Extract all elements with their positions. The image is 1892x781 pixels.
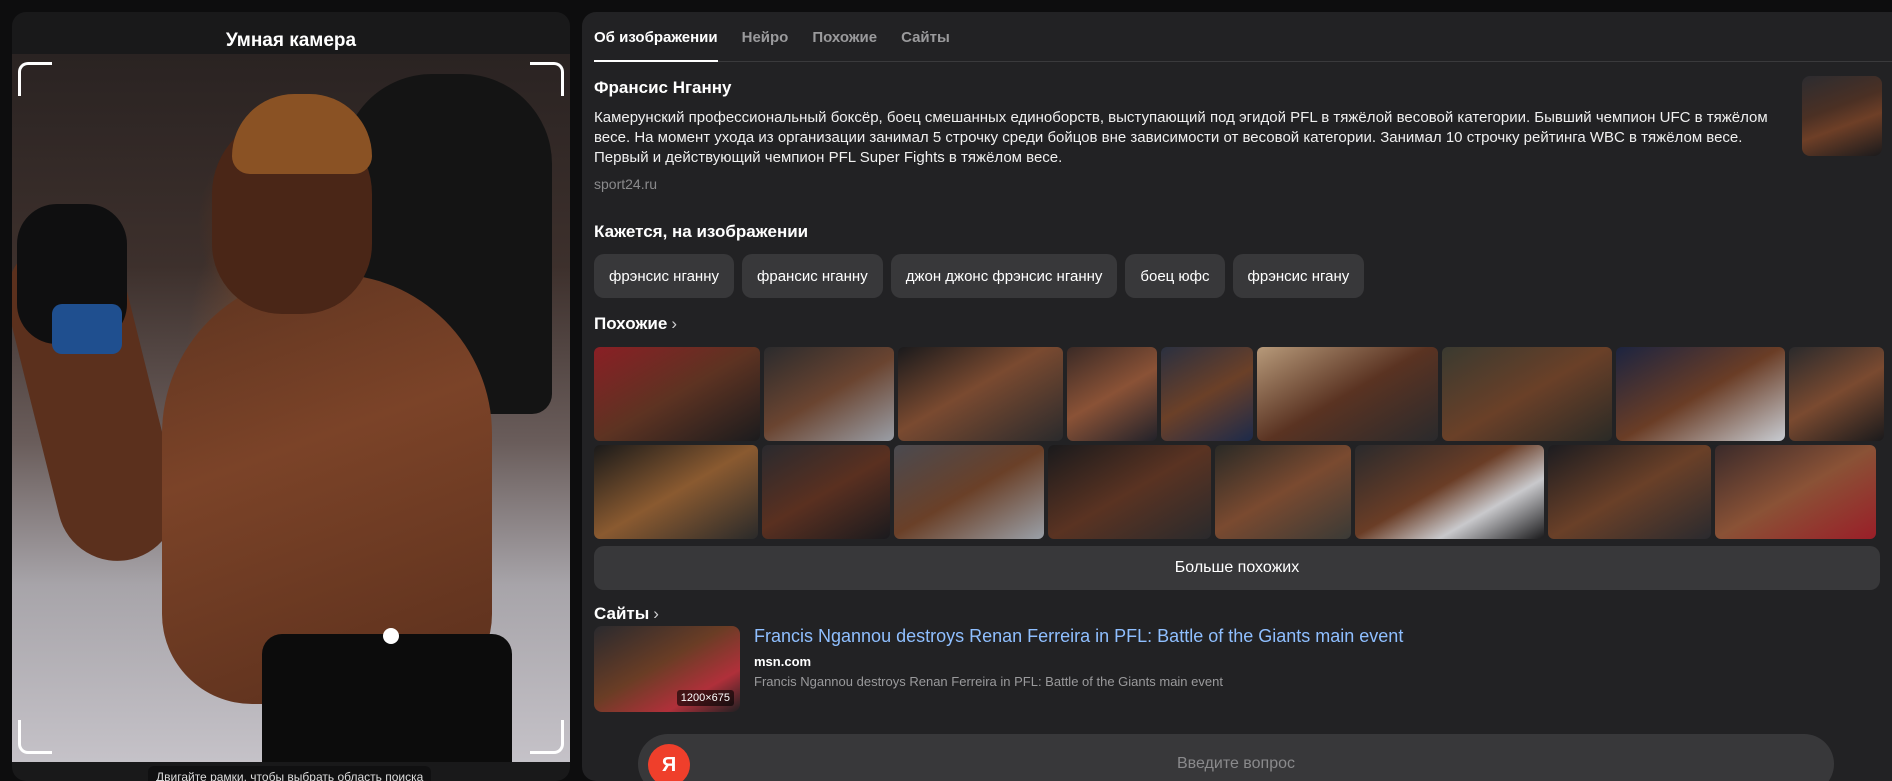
photo-hand-wrap xyxy=(52,304,122,354)
smart-camera-panel: Умная камера Двигайте рамки, чтобы выбра… xyxy=(12,12,570,781)
ask-bar: Я xyxy=(638,734,1834,781)
site-result-thumbnail[interactable]: 1200×675 xyxy=(594,626,740,712)
chip-1[interactable]: франсис нганну xyxy=(742,254,883,298)
entity-source-link[interactable]: sport24.ru xyxy=(594,176,657,192)
similar-image[interactable] xyxy=(1048,445,1211,539)
similar-image[interactable] xyxy=(1215,445,1351,539)
similar-image[interactable] xyxy=(1067,347,1157,441)
chevron-right-icon: › xyxy=(653,604,659,623)
entity-name: Франсис Нганну xyxy=(594,78,732,97)
tab-similar[interactable]: Похожие xyxy=(812,12,877,62)
entity-chips: фрэнсис нганну франсис нганну джон джонс… xyxy=(594,254,1365,298)
similar-image[interactable] xyxy=(1161,347,1253,441)
similar-image[interactable] xyxy=(764,347,894,441)
sites-section-label: Сайты xyxy=(594,604,650,623)
photo-shorts xyxy=(262,634,512,762)
tab-sites[interactable]: Сайты xyxy=(901,12,950,62)
similar-image[interactable] xyxy=(594,445,758,539)
seems-section-title: Кажется, на изображении xyxy=(594,222,808,242)
results-panel: Об изображении Нейро Похожие Сайты Франс… xyxy=(582,12,1892,781)
crop-handle-bottom-right[interactable] xyxy=(530,720,564,754)
query-image[interactable] xyxy=(12,54,570,762)
similar-image[interactable] xyxy=(898,347,1063,441)
similar-image[interactable] xyxy=(1355,445,1544,539)
crop-center-dot[interactable] xyxy=(383,628,399,644)
yandex-alice-icon[interactable]: Я xyxy=(648,744,690,781)
site-image-dimensions: 1200×675 xyxy=(676,690,734,706)
tab-about-image[interactable]: Об изображении xyxy=(594,12,718,62)
entity-description: Камерунский профессиональный боксёр, бое… xyxy=(594,109,1768,166)
tab-bar: Об изображении Нейро Похожие Сайты xyxy=(594,12,1892,62)
seems-section-label: Кажется, на изображении xyxy=(594,222,809,241)
app-root: Умная камера Двигайте рамки, чтобы выбра… xyxy=(0,0,1892,781)
similar-image[interactable] xyxy=(1442,347,1612,441)
similar-row-1 xyxy=(594,347,1884,441)
photo-hair xyxy=(232,94,372,174)
similar-image[interactable] xyxy=(1257,347,1438,441)
similar-image[interactable] xyxy=(1789,347,1884,441)
similar-image[interactable] xyxy=(1616,347,1785,441)
crop-hint: Двигайте рамки, чтобы выбрать область по… xyxy=(148,766,432,781)
similar-section-label: Похожие xyxy=(594,314,668,333)
entity-thumbnail[interactable] xyxy=(1802,76,1882,156)
similar-row-2 xyxy=(594,445,1876,539)
similar-image[interactable] xyxy=(894,445,1044,539)
similar-image[interactable] xyxy=(594,347,760,441)
sites-section-title[interactable]: Сайты › xyxy=(594,604,659,624)
chip-4[interactable]: фрэнсис нгану xyxy=(1232,254,1365,298)
crop-handle-bottom-left[interactable] xyxy=(18,720,52,754)
smart-camera-title: Умная камера xyxy=(225,30,357,51)
crop-handle-top-right[interactable] xyxy=(530,62,564,96)
site-result-snippet: Francis Ngannou destroys Renan Ferreira … xyxy=(754,674,1223,689)
more-similar-button[interactable]: Больше похожих xyxy=(594,546,1880,590)
chevron-right-icon: › xyxy=(671,314,678,333)
chip-0[interactable]: фрэнсис нганну xyxy=(594,254,735,298)
similar-section-title[interactable]: Похожие › xyxy=(594,314,677,334)
crop-handle-top-left[interactable] xyxy=(18,62,52,96)
chip-3[interactable]: боец юфс xyxy=(1125,254,1225,298)
tab-neuro[interactable]: Нейро xyxy=(742,12,789,62)
site-result-domain: msn.com xyxy=(754,654,812,669)
chip-2[interactable]: джон джонс фрэнсис нганну xyxy=(890,254,1118,298)
similar-image[interactable] xyxy=(1548,445,1711,539)
similar-image[interactable] xyxy=(762,445,890,539)
site-result-title-link[interactable]: Francis Ngannou destroys Renan Ferreira … xyxy=(754,626,1403,647)
question-input[interactable] xyxy=(708,750,1764,778)
similar-image[interactable] xyxy=(1715,445,1876,539)
